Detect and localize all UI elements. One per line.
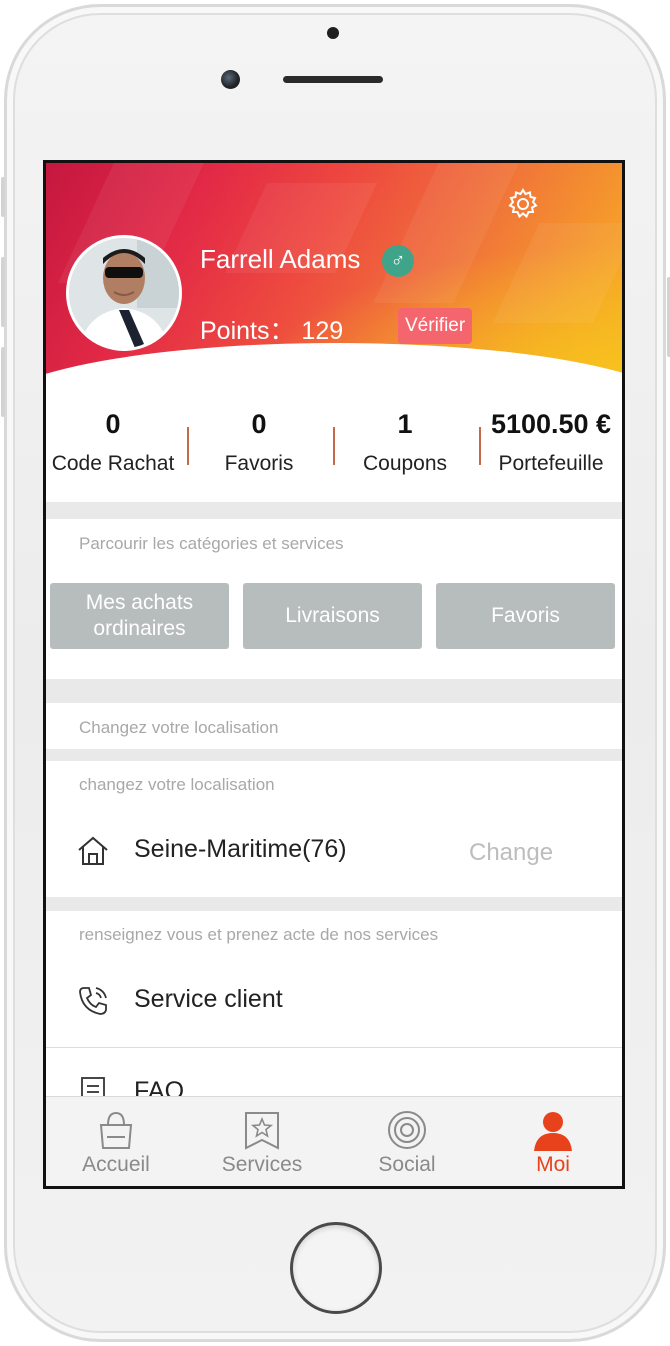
location-value: Seine-Maritime(76) [134, 835, 347, 863]
tab-label: Moi [536, 1153, 570, 1176]
location-subtitle: changez votre localisation [79, 775, 275, 794]
star-bookmark-icon [245, 1112, 279, 1150]
location-section-title: Changez votre localisation [79, 718, 279, 737]
tab-moi[interactable]: Moi [498, 1109, 608, 1177]
category-button-favoris[interactable]: Favoris [436, 583, 615, 649]
stats-row: 0 Code Rachat 0 Favoris 1 Coupons 5100.5… [46, 389, 622, 502]
gear-icon[interactable] [506, 187, 540, 221]
stat-portefeuille[interactable]: 5100.50 € Portefeuille [481, 409, 621, 476]
tab-label: Accueil [82, 1153, 150, 1176]
stat-label: Favoris [224, 452, 294, 475]
category-button-label: Favoris [491, 604, 560, 627]
divider [46, 1047, 622, 1048]
tab-social[interactable]: Social [352, 1109, 462, 1177]
section-gap [46, 897, 622, 911]
home-button[interactable] [290, 1222, 382, 1314]
mute-switch [1, 177, 5, 217]
tab-services[interactable]: Services [207, 1109, 317, 1177]
verify-button[interactable]: Vérifier [398, 308, 473, 344]
stat-code-rachat[interactable]: 0 Code Rachat [46, 409, 183, 476]
target-icon [388, 1111, 426, 1149]
stat-value: 1 [397, 409, 413, 439]
stat-value: 5100.50 € [490, 409, 612, 439]
bottom-tab-bar: Accueil Services Social Moi [46, 1096, 622, 1186]
change-location-button[interactable]: Change [469, 839, 553, 867]
profile-header: Farrell Adams ♂ Points： 129 Vérifier [46, 163, 622, 483]
earpiece-speaker [283, 76, 383, 83]
phone-icon [79, 987, 107, 1015]
stat-coupons[interactable]: 1 Coupons [335, 409, 475, 476]
section-gap [46, 502, 622, 519]
proximity-sensor [327, 27, 339, 39]
front-camera [221, 70, 240, 89]
service-client-row[interactable]: Service client [134, 985, 283, 1014]
stat-label: Coupons [362, 452, 448, 475]
stat-favoris[interactable]: 0 Favoris [189, 409, 329, 476]
person-icon [534, 1112, 572, 1151]
user-name: Farrell Adams [200, 244, 361, 274]
tab-accueil[interactable]: Accueil [61, 1109, 171, 1177]
category-button-label: Mes achats ordinaires [85, 591, 194, 640]
volume-up-button [1, 257, 5, 327]
stat-value: 0 [251, 409, 267, 439]
stat-label: Portefeuille [498, 452, 604, 475]
categories-header: Parcourir les catégories et services [79, 534, 344, 553]
services-subtitle: renseignez vous et prenez acte de nos se… [79, 925, 439, 944]
tab-label: Services [221, 1153, 303, 1176]
category-button-achats[interactable]: Mes achats ordinaires [50, 583, 229, 649]
stat-value: 0 [105, 409, 121, 439]
section-gap [46, 749, 622, 761]
stat-label: Code Rachat [51, 452, 175, 475]
home-icon [78, 836, 108, 865]
volume-down-button [1, 347, 5, 417]
points-text: Points： 129 [200, 317, 344, 345]
category-button-livraisons[interactable]: Livraisons [243, 583, 422, 649]
tab-label: Social [378, 1153, 436, 1176]
male-gender-icon: ♂ [382, 245, 414, 277]
section-gap [46, 679, 622, 703]
app-screen: Farrell Adams ♂ Points： 129 Vérifier 0 C… [43, 160, 625, 1189]
avatar[interactable] [66, 235, 182, 351]
shopping-bag-icon [99, 1111, 133, 1149]
category-button-label: Livraisons [285, 604, 380, 627]
